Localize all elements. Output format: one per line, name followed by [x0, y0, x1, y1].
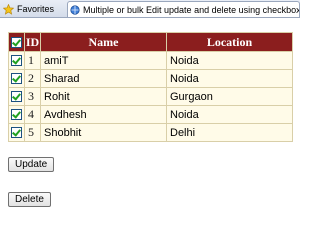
browser-tab-title: Multiple or bulk Edit update and delete …: [83, 4, 300, 15]
table-row: 3 Rohit Gurgaon: [8, 87, 293, 106]
browser-tab-current[interactable]: Multiple or bulk Edit update and delete …: [67, 1, 300, 17]
star-icon: [3, 3, 14, 15]
name-cell: Sharad: [40, 69, 167, 88]
favorites-button[interactable]: Favorites: [3, 1, 65, 17]
row-checkbox[interactable]: [11, 91, 22, 103]
id-cell: 5: [24, 123, 41, 142]
id-cell: 4: [24, 105, 41, 124]
page-icon: [70, 4, 80, 15]
delete-button[interactable]: Delete: [8, 192, 51, 207]
favorites-label: Favorites: [17, 4, 55, 14]
id-cell: 1: [24, 51, 41, 70]
location-cell: Noida: [166, 105, 293, 124]
row-checkbox[interactable]: [11, 109, 22, 121]
row-select-cell: [8, 69, 25, 88]
employee-grid: ID Name Location 1 amiT Noida 2 Sharad N…: [8, 32, 293, 142]
name-cell: Shobhit: [40, 123, 167, 142]
location-cell: Gurgaon: [166, 87, 293, 106]
table-row: 1 amiT Noida: [8, 51, 293, 70]
table-row: 2 Sharad Noida: [8, 69, 293, 88]
select-all-header: [8, 32, 25, 52]
tab-bar: Favorites Multiple or bulk Edit update a…: [0, 0, 300, 18]
row-checkbox[interactable]: [11, 55, 22, 67]
row-select-cell: [8, 105, 25, 124]
location-cell: Noida: [166, 69, 293, 88]
row-checkbox[interactable]: [11, 127, 22, 139]
table-row: 4 Avdhesh Noida: [8, 105, 293, 124]
update-button[interactable]: Update: [8, 157, 55, 172]
select-all-checkbox[interactable]: [11, 37, 22, 49]
name-cell: Rohit: [40, 87, 167, 106]
location-cell: Noida: [166, 51, 293, 70]
row-select-cell: [8, 87, 25, 106]
id-column-header: ID: [24, 32, 41, 52]
id-cell: 2: [24, 69, 41, 88]
location-column-header: Location: [166, 32, 293, 52]
row-select-cell: [8, 123, 25, 142]
table-row: 5 Shobhit Delhi: [8, 123, 293, 142]
row-checkbox[interactable]: [11, 73, 22, 85]
location-cell: Delhi: [166, 123, 293, 142]
id-cell: 3: [24, 87, 41, 106]
name-cell: amiT: [40, 51, 167, 70]
grid-header-row: ID Name Location: [8, 32, 293, 52]
name-cell: Avdhesh: [40, 105, 167, 124]
name-column-header: Name: [40, 32, 167, 52]
row-select-cell: [8, 51, 25, 70]
